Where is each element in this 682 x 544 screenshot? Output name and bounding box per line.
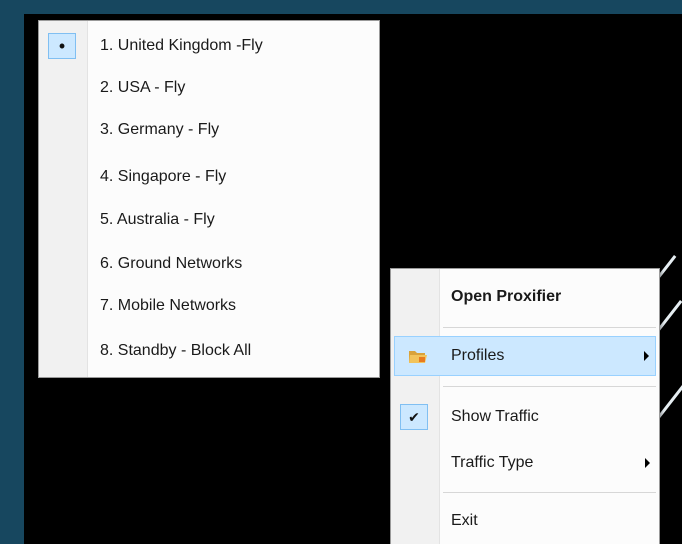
menu-separator xyxy=(443,386,656,387)
profiles-submenu: • 1. United Kingdom -Fly 2. USA - Fly 3.… xyxy=(38,20,380,378)
profile-label: 7. Mobile Networks xyxy=(100,297,237,314)
radio-bullet-icon: • xyxy=(48,33,76,59)
profile-item-germany[interactable]: 3. Germany - Fly xyxy=(42,111,376,149)
submenu-arrow-icon xyxy=(645,458,650,468)
profile-label: 5. Australia - Fly xyxy=(100,211,215,228)
profile-item-mobile-networks[interactable]: 7. Mobile Networks xyxy=(42,287,376,325)
menu-separator xyxy=(443,327,656,328)
profiles-item[interactable]: Profiles xyxy=(394,336,656,376)
profile-item-ground-networks[interactable]: 6. Ground Networks xyxy=(42,245,376,283)
submenu-arrow-icon xyxy=(644,351,649,361)
traffic-type-item[interactable]: Traffic Type xyxy=(394,443,656,483)
profiles-label: Profiles xyxy=(451,347,505,364)
desktop: • 1. United Kingdom -Fly 2. USA - Fly 3.… xyxy=(0,0,682,544)
check-mark: ✔ xyxy=(408,409,420,425)
profile-label: 2. USA - Fly xyxy=(100,79,186,96)
profile-label: 1. United Kingdom -Fly xyxy=(100,37,263,54)
show-traffic-label: Show Traffic xyxy=(451,408,539,425)
exit-item[interactable]: Exit xyxy=(394,501,656,541)
profile-item-usa[interactable]: 2. USA - Fly xyxy=(42,69,376,107)
profile-label: 6. Ground Networks xyxy=(100,255,243,272)
profile-item-standby[interactable]: 8. Standby - Block All xyxy=(42,332,376,370)
bullet-mark: • xyxy=(58,36,66,56)
profile-label: 4. Singapore - Fly xyxy=(100,168,227,185)
folder-icon xyxy=(408,348,428,365)
profile-item-australia[interactable]: 5. Australia - Fly xyxy=(42,201,376,239)
menu-separator xyxy=(443,492,656,493)
profile-item-united-kingdom[interactable]: • 1. United Kingdom -Fly xyxy=(42,27,376,65)
open-proxifier-item[interactable]: Open Proxifier xyxy=(394,277,656,317)
profile-item-singapore[interactable]: 4. Singapore - Fly xyxy=(42,158,376,196)
tray-context-menu: Open Proxifier Profiles ✔ Show Traffic T… xyxy=(390,268,660,544)
show-traffic-item[interactable]: ✔ Show Traffic xyxy=(394,397,656,437)
profile-label: 3. Germany - Fly xyxy=(100,121,220,138)
profile-label: 8. Standby - Block All xyxy=(100,342,252,359)
exit-label: Exit xyxy=(451,512,478,529)
traffic-type-label: Traffic Type xyxy=(451,454,534,471)
open-proxifier-label: Open Proxifier xyxy=(451,288,562,305)
checkmark-icon: ✔ xyxy=(400,404,428,430)
